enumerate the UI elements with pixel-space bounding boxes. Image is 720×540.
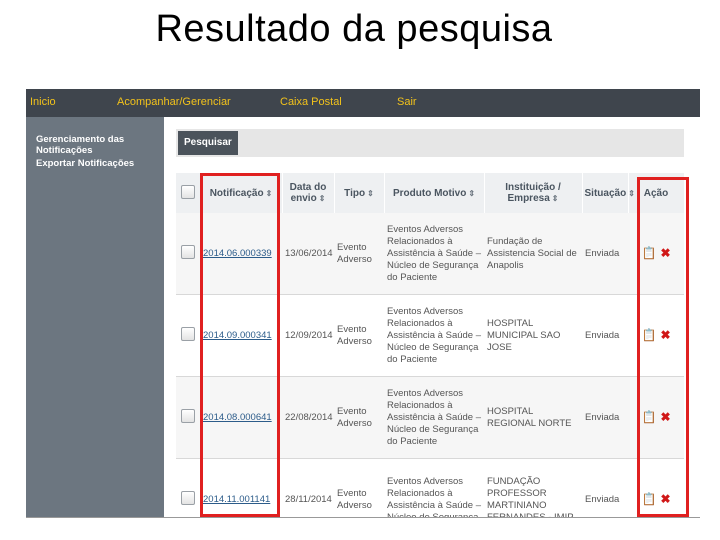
header-select-all[interactable] <box>176 173 201 213</box>
sort-icon[interactable]: ⇕ <box>319 194 326 203</box>
select-all-checkbox[interactable] <box>180 184 195 199</box>
highlight-box-notificacao <box>200 173 280 517</box>
cell-data-envio: 13/06/2014 <box>282 213 334 295</box>
column-header-instituicao[interactable]: Instituição / Empresa ⇕ <box>484 173 583 213</box>
cell-situacao: Enviada <box>582 213 628 295</box>
cell-produto-motivo: Eventos Adversos Relacionados à Assistên… <box>384 458 484 517</box>
nav-sair[interactable]: Sair <box>397 96 417 108</box>
cell-produto-motivo: Eventos Adversos Relacionados à Assistên… <box>384 376 484 459</box>
cell-instituicao: HOSPITAL REGIONAL NORTE <box>484 376 582 459</box>
row-checkbox[interactable] <box>181 244 195 259</box>
top-navigation: Inicio Acompanhar/Gerenciar Caixa Postal… <box>26 89 700 117</box>
cell-tipo: Evento Adverso <box>334 376 384 459</box>
cell-instituicao: HOSPITAL MUNICIPAL SAO JOSE <box>484 294 582 377</box>
sort-icon[interactable]: ⇕ <box>628 189 635 198</box>
sort-icon[interactable]: ⇕ <box>552 194 559 203</box>
cell-tipo: Evento Adverso <box>334 213 384 295</box>
nav-acompanhar-gerenciar[interactable]: Acompanhar/Gerenciar <box>117 96 231 108</box>
cell-tipo: Evento Adverso <box>334 458 384 517</box>
nav-inicio[interactable]: Inicio <box>30 96 56 108</box>
sidebar-item-exportar[interactable]: Exportar Notificações <box>36 158 134 169</box>
slide-title: Resultado da pesquisa <box>155 8 553 50</box>
cell-data-envio: 22/08/2014 <box>282 376 334 459</box>
cell-produto-motivo: Eventos Adversos Relacionados à Assistên… <box>384 213 484 295</box>
app-screenshot: Inicio Acompanhar/Gerenciar Caixa Postal… <box>26 89 700 518</box>
sidebar-item-gerenciamento[interactable]: Gerenciamento das Notificações <box>36 134 164 156</box>
row-checkbox[interactable] <box>181 326 195 341</box>
column-header-data-envio[interactable]: Data do envio ⇕ <box>282 173 335 213</box>
cell-situacao: Enviada <box>582 294 628 377</box>
column-header-tipo[interactable]: Tipo ⇕ <box>334 173 385 213</box>
search-button[interactable]: Pesquisar <box>178 131 238 155</box>
cell-tipo: Evento Adverso <box>334 294 384 377</box>
cell-data-envio: 28/11/2014 <box>282 458 334 517</box>
row-checkbox[interactable] <box>181 490 195 505</box>
highlight-box-acao <box>637 177 689 517</box>
column-header-situacao[interactable]: Situação ⇕ <box>582 173 635 213</box>
sort-icon[interactable]: ⇕ <box>468 189 475 198</box>
nav-caixa-postal[interactable]: Caixa Postal <box>280 96 342 108</box>
sort-icon[interactable]: ⇕ <box>367 189 374 198</box>
cell-situacao: Enviada <box>582 376 628 459</box>
cell-instituicao: FUNDAÇÃO PROFESSOR MARTINIANO FERNANDES … <box>484 458 582 517</box>
cell-instituicao: Fundação de Assistencia Social de Anapol… <box>484 213 582 295</box>
cell-data-envio: 12/09/2014 <box>282 294 334 377</box>
column-header-produto-motivo[interactable]: Produto Motivo ⇕ <box>384 173 485 213</box>
search-bar: Pesquisar <box>176 129 684 157</box>
cell-produto-motivo: Eventos Adversos Relacionados à Assistên… <box>384 294 484 377</box>
row-checkbox[interactable] <box>181 408 195 423</box>
cell-situacao: Enviada <box>582 458 628 517</box>
sidebar: Gerenciamento das Notificações Exportar … <box>26 117 164 517</box>
